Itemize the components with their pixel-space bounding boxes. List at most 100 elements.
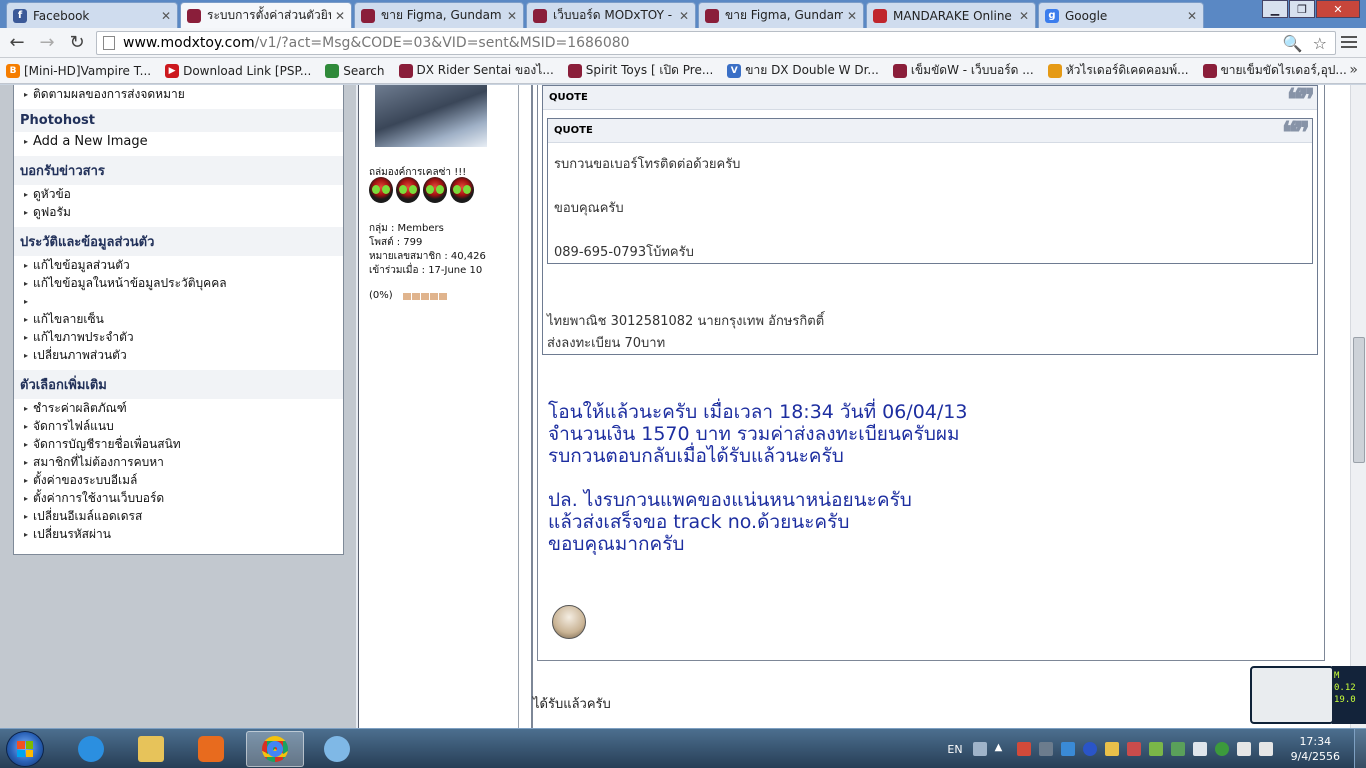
system-tray: EN ▲ 17:34 9/4/2556 xyxy=(947,729,1366,768)
taskbar-explorer[interactable] xyxy=(122,731,180,767)
sidebar-item-track-mail[interactable]: ▸ ติดตามผลของการส่งจดหมาย xyxy=(14,85,343,103)
emoticon-icon xyxy=(552,605,586,639)
volume-icon[interactable] xyxy=(1258,742,1273,756)
tab-mandarake[interactable]: MANDARAKE Online ✕ xyxy=(866,2,1036,28)
tab-title: เว็บบอร์ด MODxTOY - xyxy=(553,8,673,22)
user-reputation[interactable]: (0%) xyxy=(369,290,393,301)
chrome-menu-button[interactable] xyxy=(1338,32,1360,52)
network-icon[interactable] xyxy=(1192,742,1207,756)
tab-figma-2[interactable]: ขาย Figma, Gundam ฯ ✕ xyxy=(698,2,864,28)
bookmark-item[interactable]: เข็มขัดW - เว็บบอร์ด ... xyxy=(892,61,1034,80)
nvidia-icon[interactable] xyxy=(1148,742,1163,756)
bookmark-item[interactable]: V ขาย DX Double W Dr... xyxy=(727,61,879,80)
sidebar-item-edit-profile[interactable]: ▸ แก้ไขข้อมูลส่วนตัว xyxy=(14,256,343,274)
bluetooth-icon[interactable] xyxy=(1082,742,1097,756)
sidebar-item-view-topics[interactable]: ▸ ดูหัวข้อ xyxy=(14,185,343,203)
sidebar-item-buddy-list[interactable]: ▸ จัดการบัญชีรายชื่อเพื่อนสนิท xyxy=(14,435,343,453)
bookmarks-bar: B [Mini-HD]Vampire T... ▶ Download Link [P… xyxy=(0,58,1366,84)
address-bar[interactable]: www.modxtoy.com/v1/?act=Msg&CODE=03&VID=… xyxy=(96,31,1336,55)
tab-title: ขาย Figma, Gundam ฯ xyxy=(725,8,843,22)
keyboard-icon[interactable] xyxy=(972,742,987,756)
close-window-button[interactable]: ✕ xyxy=(1316,0,1360,18)
clock-time: 17:34 xyxy=(1299,735,1332,748)
sidebar-item-board-settings[interactable]: ▸ ตั้งค่าการใช้งานเว็บบอร์ด xyxy=(14,489,343,507)
minimize-button[interactable]: ▁ xyxy=(1262,0,1288,18)
sidebar-item-blank[interactable]: ▸ xyxy=(14,292,343,310)
tab-facebook[interactable]: f Facebook ✕ xyxy=(6,2,178,28)
back-button[interactable]: ← xyxy=(4,31,30,55)
tab-settings[interactable]: ระบบการตั้งค่าส่วนตัวยินดี ✕ xyxy=(180,2,352,28)
bookmarks-overflow-icon[interactable]: » xyxy=(1349,62,1358,78)
bookmark-label: Download Link [PSP... xyxy=(183,63,312,78)
sidebar-section-subscriptions: บอกรับข่าวสาร xyxy=(14,156,343,185)
restore-button[interactable]: ❐ xyxy=(1289,0,1315,18)
close-icon[interactable]: ✕ xyxy=(335,9,345,23)
bookmark-label: Spirit Toys [ เปิด Pre... xyxy=(585,63,714,77)
bookmark-item[interactable]: ▶ Download Link [PSP... xyxy=(165,63,312,78)
quote-header: QUOTE ❝❞ xyxy=(548,119,1312,149)
bullet-icon: ▸ xyxy=(24,207,29,217)
bookmark-star-icon[interactable]: ☆ xyxy=(1313,34,1327,53)
language-indicator[interactable]: EN xyxy=(947,743,962,756)
zoom-icon[interactable]: 🔍 xyxy=(1283,34,1303,53)
start-button[interactable] xyxy=(6,731,44,767)
taskbar-clock[interactable]: 17:34 9/4/2556 xyxy=(1291,734,1340,764)
bookmark-item[interactable]: DX Rider Sentai ของไ... xyxy=(398,61,554,80)
antivirus-icon[interactable] xyxy=(1126,742,1141,756)
speaker-icon[interactable] xyxy=(1104,742,1119,756)
power-icon[interactable] xyxy=(1236,742,1251,756)
bullet-icon: ▸ xyxy=(24,493,29,503)
close-icon[interactable]: ✕ xyxy=(1187,9,1197,23)
sidebar-item-edit-avatar[interactable]: ▸ แก้ไขภาพประจำตัว xyxy=(14,328,343,346)
taskbar-ie[interactable] xyxy=(62,731,120,767)
monitor-icon[interactable] xyxy=(1038,742,1053,756)
sidebar-item-ignore-list[interactable]: ▸ สมาชิกที่ไม่ต้องการคบหา xyxy=(14,453,343,471)
bookmark-item[interactable]: Spirit Toys [ เปิด Pre... xyxy=(567,61,714,80)
vertical-scrollbar[interactable] xyxy=(1350,85,1366,728)
taskbar-paint[interactable] xyxy=(308,731,366,767)
sidebar-item-view-forums[interactable]: ▸ ดูฟอรัม xyxy=(14,203,343,221)
tab-google[interactable]: g Google ✕ xyxy=(1038,2,1204,28)
bookmark-item[interactable]: ขายเข็มขัดไรเดอร์,อุป... xyxy=(1202,61,1347,80)
modxtoy-icon xyxy=(361,8,375,23)
tab-webboard[interactable]: เว็บบอร์ด MODxTOY - ✕ xyxy=(526,2,696,28)
outer-quote: QUOTE ❝❞ QUOTE ❝❞ รบกวนขอเบอร์โทรติดต่อด้ว… xyxy=(542,85,1318,355)
update-icon[interactable] xyxy=(1214,742,1229,756)
reload-button[interactable]: ↻ xyxy=(64,31,90,55)
tray-app-icon[interactable] xyxy=(1016,742,1031,756)
taskbar-media-player[interactable] xyxy=(182,731,240,767)
quote-text-line: ส่งลงทะเบียน 70บาท xyxy=(547,336,666,351)
forward-button[interactable]: → xyxy=(34,31,60,55)
bookmark-item[interactable]: B [Mini-HD]Vampire T... xyxy=(6,63,151,78)
tray-expand-icon[interactable]: ▲ xyxy=(995,742,1009,756)
tab-figma-1[interactable]: ขาย Figma, Gundam ฯ ✕ xyxy=(354,2,524,28)
sidebar-section-photohost: Photohost xyxy=(14,109,343,132)
show-desktop-button[interactable] xyxy=(1354,729,1366,768)
sidebar-item-attachments[interactable]: ▸ จัดการไฟล์แนบ xyxy=(14,417,343,435)
sidebar-item-add-image[interactable]: ▸ Add a New Image xyxy=(14,132,343,150)
sidebar-item-change-photo[interactable]: ▸ เปลี่ยนภาพส่วนตัว xyxy=(14,346,343,364)
window-controls: ▁ ❐ ✕ xyxy=(1261,0,1360,18)
sidebar-item-label: แก้ไขภาพประจำตัว xyxy=(33,329,134,344)
close-icon[interactable]: ✕ xyxy=(679,9,689,23)
sidebar-item-change-password[interactable]: ▸ เปลี่ยนรหัสผ่าน xyxy=(14,525,343,543)
bookmark-item[interactable]: หัวไรเดอร์ดิเคดคอมพ์... xyxy=(1047,61,1189,80)
sidebar-item-change-email[interactable]: ▸ เปลี่ยนอีเมล์แอดเดรส xyxy=(14,507,343,525)
sidebar-item-edit-bio[interactable]: ▸ แก้ไขข้อมูลในหน้าข้อมูลประวัติบุคคล xyxy=(14,274,343,292)
desktop-gadget[interactable]: M 0.12 19.0 xyxy=(1246,664,1366,728)
close-icon[interactable]: ✕ xyxy=(1019,9,1029,23)
sidebar-item-edit-signature[interactable]: ▸ แก้ไขลายเซ็น xyxy=(14,310,343,328)
close-icon[interactable]: ✕ xyxy=(507,9,517,23)
bookmark-item[interactable]: Search xyxy=(325,63,385,78)
scrollbar-thumb[interactable] xyxy=(1353,337,1365,463)
quote-text-line: ไทยพาณิช 3012581082 นายกรุงเทพ อักษรกิตต… xyxy=(547,314,825,329)
message-line: ขอบคุณมากครับ xyxy=(548,533,685,555)
bullet-icon: ▸ xyxy=(24,136,29,146)
network-share-icon[interactable] xyxy=(1170,742,1185,756)
close-icon[interactable]: ✕ xyxy=(161,9,171,23)
close-icon[interactable]: ✕ xyxy=(847,9,857,23)
taskbar-chrome[interactable] xyxy=(246,731,304,767)
help-icon[interactable] xyxy=(1060,742,1075,756)
sidebar-item-email-settings[interactable]: ▸ ตั้งค่าของระบบอีเมล์ xyxy=(14,471,343,489)
sidebar-item-pay-products[interactable]: ▸ ชำระค่าผลิตภัณฑ์ xyxy=(14,399,343,417)
